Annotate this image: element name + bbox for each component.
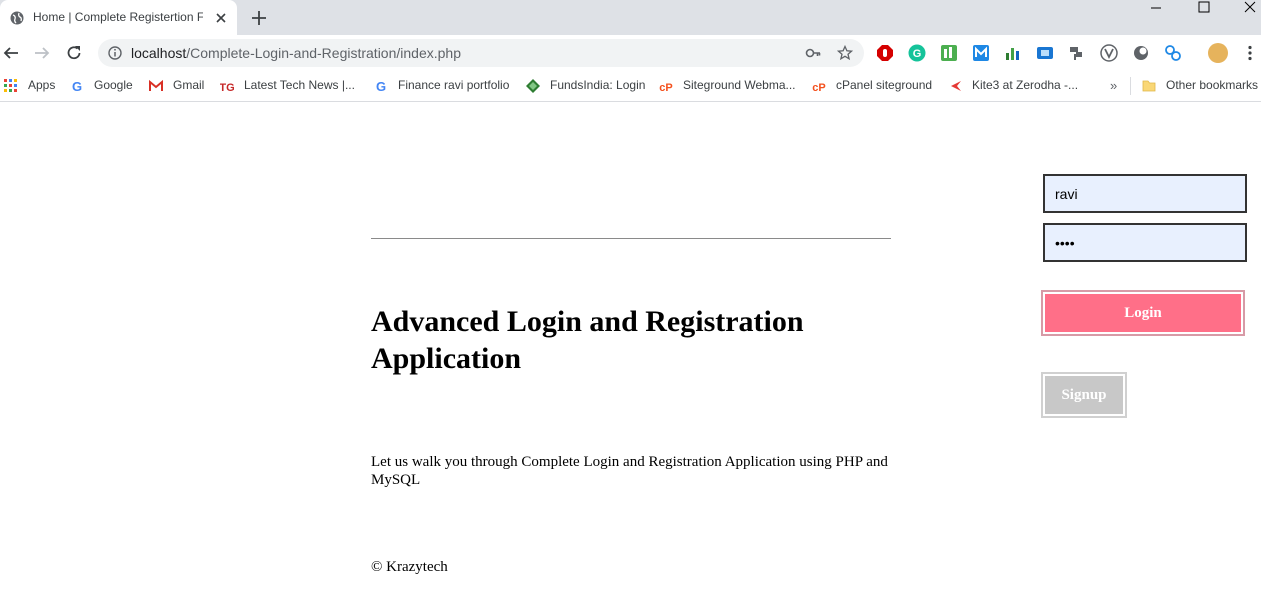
bookmark-label: Latest Tech News |... [244, 78, 355, 92]
svg-text:cP: cP [812, 82, 825, 93]
new-tab-icon[interactable] [251, 10, 267, 26]
svg-text:cP: cP [659, 82, 672, 93]
url-path: /Complete-Login-and-Registration/index.p… [186, 45, 461, 61]
address-bar[interactable]: localhost/Complete-Login-and-Registratio… [98, 39, 864, 67]
globe-icon [10, 11, 24, 25]
m-extension-icon[interactable] [972, 44, 990, 62]
svg-text:G: G [913, 48, 922, 60]
pin-extension-icon[interactable] [1068, 44, 1086, 62]
tab-strip: Home | Complete Registertion Fr [0, 0, 1261, 35]
grammarly-extension-icon[interactable]: G [908, 44, 926, 62]
kite-icon [951, 81, 961, 91]
svg-text:G: G [72, 79, 82, 93]
url-text[interactable]: localhost/Complete-Login-and-Registratio… [131, 45, 461, 61]
menu-kebab-icon[interactable] [1242, 45, 1258, 61]
tab-title: Home | Complete Registertion Fr [33, 10, 203, 24]
bookmark-label: Finance ravi portfolio [398, 78, 510, 92]
tg-icon: TG [220, 82, 234, 93]
horizontal-rule [371, 238, 891, 239]
google-icon: G [72, 79, 82, 93]
page-description: Let us walk you through Complete Login a… [371, 454, 888, 488]
chart-extension-icon[interactable] [1004, 44, 1022, 62]
close-window-icon[interactable] [1227, 0, 1261, 30]
bookmark-label: Google [94, 78, 133, 92]
bookmarks-bar: Apps G Google Gmail TG Latest Tech News … [0, 71, 1261, 102]
tab-active[interactable]: Home | Complete Registertion Fr [0, 0, 237, 35]
bookmark-star-icon[interactable] [837, 45, 853, 61]
bookmark-label: Other bookmarks [1166, 78, 1259, 92]
footer-copyright: © Krazytech [371, 559, 448, 575]
adblock-extension-icon[interactable] [876, 44, 894, 62]
svg-text:G: G [376, 79, 386, 93]
circle-extension-icon[interactable] [1132, 44, 1150, 62]
profile-avatar[interactable] [1208, 43, 1228, 63]
fundsindia-icon [526, 79, 540, 93]
bookmarks-divider [1130, 77, 1131, 95]
back-icon[interactable] [2, 44, 20, 62]
bookmark-label: Apps [28, 78, 56, 92]
bookmark-label: cPanel siteground [836, 78, 933, 92]
signup-button[interactable]: Signup [1041, 372, 1127, 418]
login-button[interactable]: Login [1041, 290, 1245, 336]
cpanel-icon: cP [812, 82, 825, 93]
forward-icon[interactable] [33, 44, 51, 62]
minimize-icon[interactable] [1133, 0, 1179, 30]
google-icon: G [376, 79, 386, 93]
key-icon[interactable] [805, 46, 821, 60]
password-input[interactable] [1043, 223, 1247, 262]
bookmark-label: FundsIndia: Login [550, 78, 646, 92]
bookmarks-overflow-button[interactable]: » [1110, 78, 1117, 93]
cpanel-icon: cP [659, 82, 672, 93]
close-tab-icon[interactable] [214, 11, 228, 25]
bookmark-label: Gmail [173, 78, 205, 92]
bookmark-label: Siteground Webma... [683, 78, 796, 92]
bookmark-label: Kite3 at Zerodha -... [972, 78, 1079, 92]
reload-icon[interactable] [65, 44, 83, 62]
url-host: localhost [131, 45, 187, 61]
apps-grid-icon [4, 79, 17, 92]
svg-text:TG: TG [220, 82, 234, 93]
page-heading: Advanced Login and Registration Applicat… [371, 305, 804, 375]
cal-extension-icon[interactable] [940, 44, 958, 62]
gmail-icon [149, 79, 163, 91]
browser-toolbar: localhost/Complete-Login-and-Registratio… [0, 35, 1261, 71]
folder-icon [1142, 80, 1156, 92]
maximize-icon[interactable] [1181, 0, 1227, 30]
info-icon[interactable] [108, 46, 122, 60]
link-extension-icon[interactable] [1164, 44, 1182, 62]
username-input[interactable] [1043, 174, 1247, 213]
page-content: Advanced Login and Registration Applicat… [0, 103, 1261, 591]
vimeo-extension-icon[interactable] [1100, 44, 1118, 62]
screen-extension-icon[interactable] [1036, 44, 1054, 62]
